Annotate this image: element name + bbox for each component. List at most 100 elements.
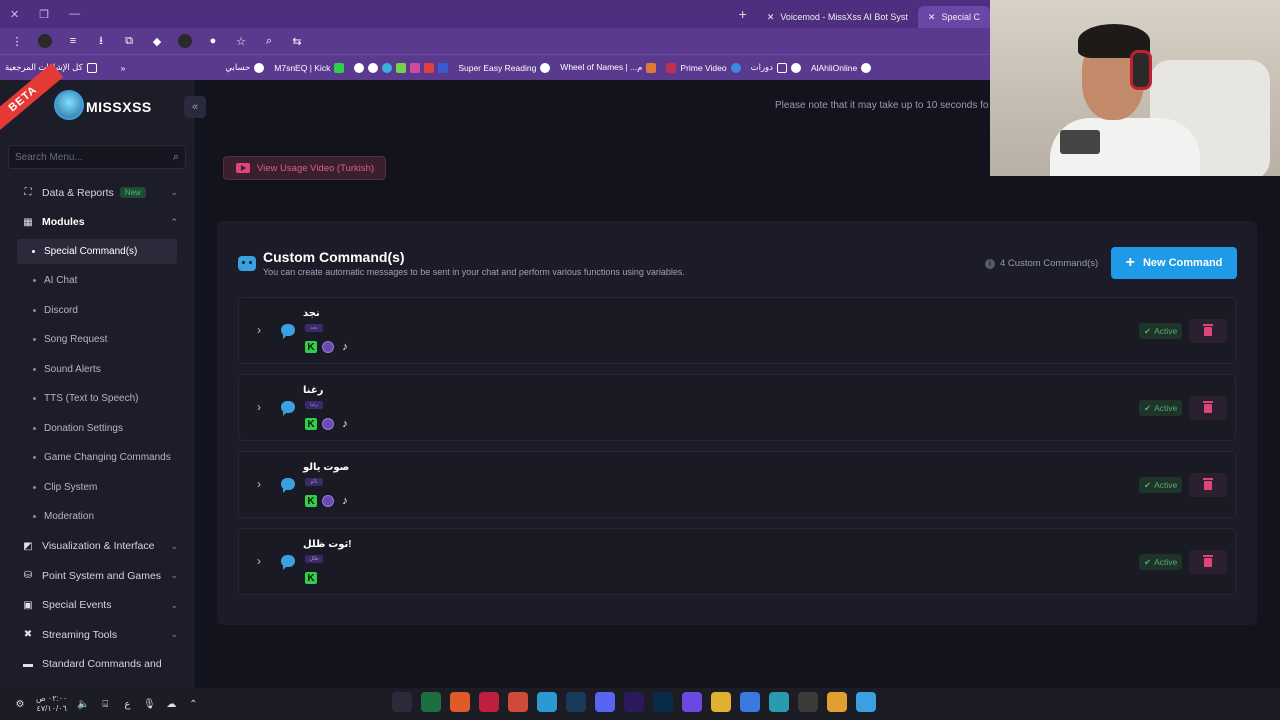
photoshop-app-icon[interactable]	[653, 692, 673, 712]
status-badge[interactable]: ✔ Active	[1139, 477, 1183, 493]
close-window-icon[interactable]: ✕	[10, 8, 19, 21]
close-tab-icon[interactable]: ✕	[928, 12, 936, 23]
sidebar-item-data-reports[interactable]: ⛶ Data & Reports New ⌄	[0, 178, 194, 208]
bookmark-icons[interactable]	[349, 62, 453, 73]
edge-app-icon[interactable]	[769, 692, 789, 712]
status-badge[interactable]: ✔ Active	[1139, 400, 1183, 416]
sidebar-subitem-moderation[interactable]: Moderation	[0, 502, 194, 532]
obs-app-icon[interactable]	[798, 692, 818, 712]
sidebar-subitem-tts[interactable]: TTS (Text to Speech)	[0, 384, 194, 414]
menu-search-input[interactable]	[15, 151, 173, 163]
settings-icon[interactable]: ⚙	[14, 698, 26, 710]
sidebar-subitem-ai-chat[interactable]: AI Chat	[0, 266, 194, 296]
sidebar-item-special-events[interactable]: ▣ Special Events ⌄	[0, 591, 194, 621]
windows-start-icon[interactable]	[856, 692, 876, 712]
chevron-up-icon[interactable]: ⌃	[187, 698, 199, 710]
command-row[interactable]: › صوت يالو يالو K ♪ ✔ Active	[238, 451, 1236, 518]
volume-icon[interactable]: 🔈	[77, 698, 89, 710]
chevron-right-icon[interactable]: ›	[257, 554, 261, 568]
sidebar-subitem-game-changing-commands[interactable]: Game Changing Commands	[0, 443, 194, 473]
extensions-puzzle-icon[interactable]: ⧉	[122, 34, 136, 48]
sidebar-subitem-song-request[interactable]: Song Request	[0, 325, 194, 355]
command-row[interactable]: › رغنا رغنا K ♪ ✔ Active	[238, 374, 1236, 441]
chrome-app-icon[interactable]	[827, 692, 847, 712]
network-icon[interactable]: ⌸	[99, 698, 111, 710]
store-app-icon[interactable]	[740, 692, 760, 712]
command-name: صوت يالو	[303, 462, 350, 473]
clock[interactable]: ٠٢:٠٠ ص ٤٧/١٠/٠٦	[36, 694, 67, 714]
chat-bubble-icon	[281, 324, 295, 339]
command-row[interactable]: › نجد نجد K ♪ ✔ Active	[238, 297, 1236, 364]
bookmark-wheel[interactable]: Wheel of Names | ...م	[555, 62, 661, 73]
image-icon	[410, 62, 421, 73]
record-extension-icon[interactable]: ●	[206, 34, 220, 48]
sidebar-subitem-special-commands[interactable]: Special Command(s)	[17, 239, 177, 264]
app-icon[interactable]	[508, 692, 528, 712]
delete-button[interactable]	[1189, 396, 1227, 420]
file-explorer-app-icon[interactable]	[711, 692, 731, 712]
new-command-button[interactable]: + New Command	[1111, 247, 1237, 279]
delete-button[interactable]	[1189, 473, 1227, 497]
extension-icon[interactable]	[38, 34, 52, 48]
brave-app-icon[interactable]	[450, 692, 470, 712]
sidebar-subitem-donation-settings[interactable]: Donation Settings	[0, 414, 194, 444]
playlist-icon[interactable]: ≡	[66, 34, 80, 48]
bookmark-label: AlAhliOnline	[810, 62, 858, 73]
cloud-icon[interactable]: ☁	[165, 698, 177, 710]
sidebar-item-standard-commands[interactable]: ▬ Standard Commands and	[0, 650, 194, 680]
search-icon[interactable]: ⌕	[173, 151, 179, 164]
translate-icon[interactable]: ⇆	[290, 34, 304, 48]
restore-window-icon[interactable]: ❐	[39, 8, 49, 21]
sidebar-item-label: Special Events	[42, 599, 112, 612]
globe-icon	[254, 62, 265, 73]
minimize-window-icon[interactable]: —	[69, 8, 80, 21]
sidebar-item-modules[interactable]: ▦ Modules ⌃	[0, 208, 194, 238]
delete-button[interactable]	[1189, 319, 1227, 343]
diamond-extension-icon[interactable]: ◆	[150, 34, 164, 48]
bookmark-account[interactable]: حسابي	[220, 62, 269, 73]
bookmark-alahli[interactable]: AlAhliOnline	[806, 62, 876, 73]
bookmark-courses[interactable]: دورات	[746, 62, 806, 73]
brand-name: MISSXSS	[86, 99, 152, 115]
premiere-app-icon[interactable]	[624, 692, 644, 712]
view-usage-video-button[interactable]: View Usage Video (Turkish)	[223, 156, 386, 180]
sidebar-item-point-system[interactable]: ⛁ Point System and Games ⌄	[0, 561, 194, 591]
sidebar-item-streaming-tools[interactable]: ✖ Streaming Tools ⌄	[0, 620, 194, 650]
bookmark-kick[interactable]: M7snEQ | Kick	[269, 62, 349, 73]
browser-tab-voicemod[interactable]: ✕ Voicemod - MissXss AI Bot Syst	[757, 6, 918, 28]
menu-dots-icon[interactable]: ⋮	[10, 34, 24, 48]
command-count: i 4 Custom Command(s)	[985, 258, 1098, 269]
telegram-app-icon[interactable]	[537, 692, 557, 712]
microphone-icon[interactable]: 🎙	[143, 698, 156, 710]
excel-app-icon[interactable]	[421, 692, 441, 712]
chevron-right-icon[interactable]: ›	[257, 400, 261, 414]
bookmark-star-icon[interactable]: ☆	[234, 34, 248, 48]
sidebar-subitem-sound-alerts[interactable]: Sound Alerts	[0, 355, 194, 385]
taskbar: ⚙ ٠٢:٠٠ ص ٤٧/١٠/٠٦ 🔈 ⌸ ع 🎙 ☁ ⌃	[0, 688, 1280, 720]
bookmarks-overflow[interactable]: »	[116, 63, 131, 73]
collapse-sidebar-button[interactable]: «	[184, 96, 206, 118]
bookmark-reading[interactable]: Super Easy Reading	[453, 62, 555, 73]
zoom-icon[interactable]: ⌕	[262, 34, 276, 48]
new-tab-button[interactable]: +	[729, 6, 757, 22]
language-indicator[interactable]: ع	[121, 698, 133, 710]
command-row[interactable]: › ثوت ظلل! ظلل K ✔ Active	[238, 528, 1236, 595]
terminal-app-icon[interactable]	[392, 692, 412, 712]
browser-tab-special[interactable]: ✕ Special C	[917, 6, 990, 28]
app-icon[interactable]	[682, 692, 702, 712]
extension-icon[interactable]	[178, 34, 192, 48]
close-tab-icon[interactable]: ✕	[767, 12, 775, 23]
status-badge[interactable]: ✔ Active	[1139, 323, 1183, 339]
status-badge[interactable]: ✔ Active	[1139, 554, 1183, 570]
sidebar-item-visualization[interactable]: ◩ Visualization & Interface ⌄	[0, 532, 194, 562]
affinity-app-icon[interactable]	[479, 692, 499, 712]
chevron-right-icon[interactable]: ›	[257, 477, 261, 491]
discord-app-icon[interactable]	[595, 692, 615, 712]
delete-button[interactable]	[1189, 550, 1227, 574]
sidebar-subitem-discord[interactable]: Discord	[0, 296, 194, 326]
chevron-right-icon[interactable]: ›	[257, 323, 261, 337]
sidebar-subitem-clip-system[interactable]: Clip System	[0, 473, 194, 503]
steam-app-icon[interactable]	[566, 692, 586, 712]
download-icon[interactable]: ⭳	[94, 34, 108, 48]
bookmark-prime[interactable]: Prime Video	[661, 62, 745, 73]
